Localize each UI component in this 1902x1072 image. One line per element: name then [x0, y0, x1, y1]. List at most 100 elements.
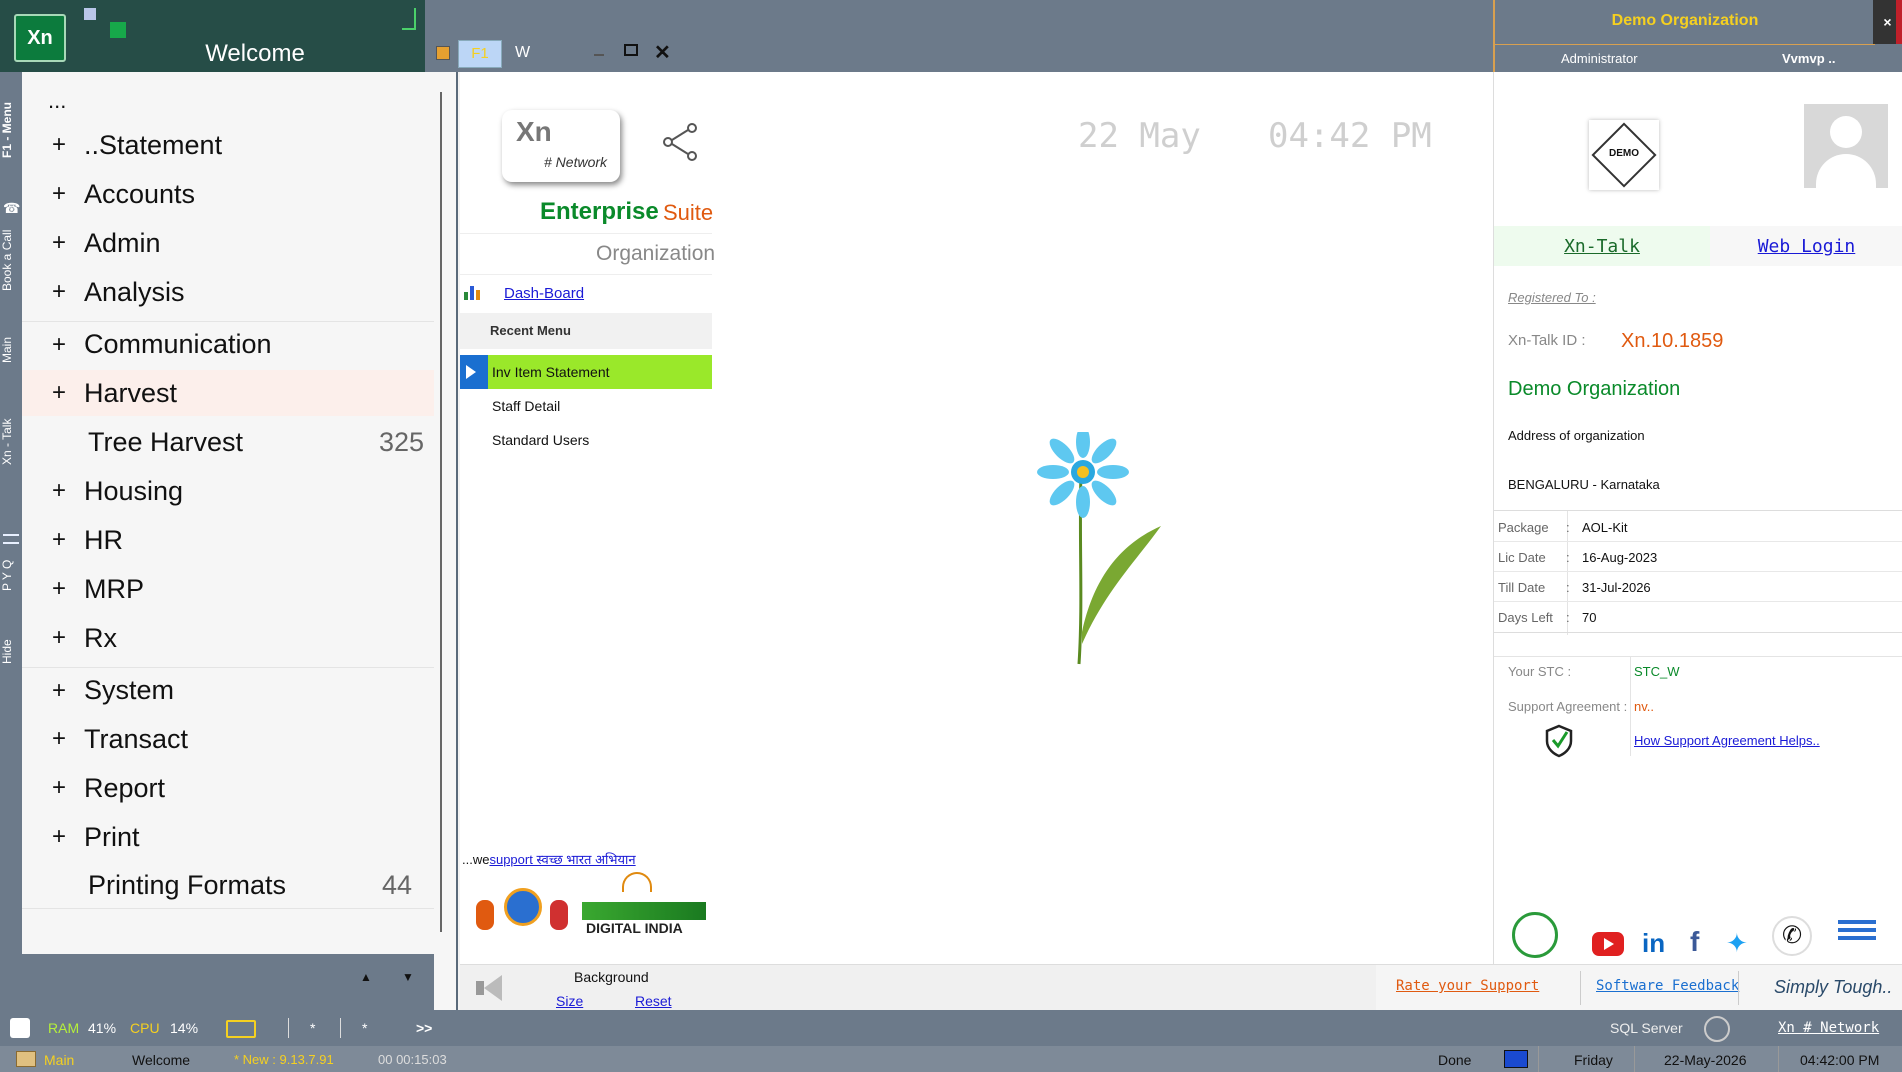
menu-scrollbar[interactable]	[440, 92, 442, 932]
xn-talk-id[interactable]: Xn.10.1859	[1621, 330, 1723, 353]
menu-item-transact[interactable]: + Transact	[22, 716, 434, 762]
menu-item-mrp[interactable]: + MRP	[22, 566, 434, 612]
recent-item-selected[interactable]: Inv Item Statement	[488, 355, 712, 389]
support-agreement-label: Support Agreement :	[1508, 699, 1628, 714]
status-square-icon	[110, 22, 126, 38]
signal-icon	[402, 8, 416, 30]
megaphone-icon	[472, 971, 506, 1005]
side-tab-main[interactable]: Main	[0, 330, 22, 370]
mail-icon[interactable]	[226, 1020, 256, 1038]
swachh-bharat-link[interactable]: support स्वच्छ भारत अभियान	[489, 852, 635, 867]
menu-item-report[interactable]: + Report	[22, 765, 434, 811]
recent-item[interactable]: Standard Users	[492, 432, 589, 448]
license-table: Package : AOL-Kit Lic Date : 16-Aug-2023…	[1494, 510, 1902, 635]
side-tab-f1-menu[interactable]: F1 - Menu	[0, 90, 22, 170]
status-star[interactable]: *	[362, 1020, 367, 1036]
menu-footer: ▲ ▼	[22, 954, 434, 1012]
user-name[interactable]: Vvmvp ..	[1782, 51, 1835, 66]
dashboard-link[interactable]: Dash-Board	[504, 285, 584, 302]
swachh-bharat-logo	[466, 878, 574, 934]
side-tab-hide[interactable]: Hide	[0, 632, 22, 672]
minimize-icon[interactable]	[594, 54, 604, 56]
recent-item[interactable]: Staff Detail	[492, 398, 560, 414]
ram-label: RAM	[48, 1020, 80, 1036]
org-header: Demo Organization Administrator Vvmvp ..	[1493, 0, 1875, 72]
background-reset-link[interactable]: Reset	[635, 993, 672, 1009]
support-help-link[interactable]: How Support Agreement Helps..	[1634, 733, 1820, 748]
tab-icon[interactable]	[436, 46, 450, 60]
sql-server-label: SQL Server	[1610, 1020, 1683, 1036]
avatar[interactable]	[1804, 104, 1888, 188]
menu-item-communication[interactable]: + Communication	[22, 321, 434, 367]
restore-icon[interactable]	[624, 44, 638, 56]
background-size-link[interactable]: Size	[556, 993, 583, 1009]
detail-value: 70	[1582, 610, 1597, 625]
flower-image	[1037, 432, 1161, 665]
web-login-tab[interactable]: Web Login	[1710, 226, 1902, 266]
status-time: 04:42:00 PM	[1800, 1052, 1880, 1068]
xn-logo[interactable]: Xn	[14, 14, 66, 62]
logo-area: Xn Welcome	[0, 0, 425, 72]
close-tab-icon[interactable]: ✕	[654, 40, 671, 65]
xn-talk-id-label: Xn-Talk ID :	[1508, 332, 1586, 349]
message-icon[interactable]	[1838, 920, 1876, 948]
menu-item-housing[interactable]: + Housing	[22, 468, 434, 514]
tab-f1[interactable]: F1	[458, 40, 502, 68]
status-star[interactable]: *	[310, 1020, 315, 1036]
detail-value: 16-Aug-2023	[1582, 550, 1658, 565]
status-main[interactable]: Main	[44, 1052, 74, 1068]
side-tab-pyq[interactable]: P Y Q	[0, 550, 22, 600]
background-label: Background	[574, 969, 649, 985]
window-icon	[84, 8, 96, 20]
side-tab-xn-talk[interactable]: Xn - Talk	[0, 412, 22, 472]
menu-item-rx[interactable]: + Rx	[22, 615, 434, 661]
registered-to-label: Registered To :	[1508, 290, 1596, 305]
scroll-up-icon[interactable]: ▲	[360, 970, 372, 984]
menu-item-admin[interactable]: + Admin	[22, 220, 434, 266]
elapsed-time: 00 00:15:03	[378, 1052, 447, 1067]
system-status-bar: RAM 41% CPU 14% * * >> SQL Server Xn # N…	[0, 1010, 1902, 1046]
menu-item-system[interactable]: + System	[22, 667, 434, 713]
xn-network-link[interactable]: Xn # Network	[1778, 1020, 1879, 1036]
menu-item-analysis[interactable]: + Analysis	[22, 269, 434, 315]
side-tab-book-call[interactable]: Book a Call	[0, 220, 22, 300]
demo-logo: DEMO	[1589, 120, 1659, 190]
menu-item-harvest[interactable]: + Harvest	[22, 370, 434, 416]
linkedin-icon[interactable]: in	[1642, 928, 1665, 959]
more-button[interactable]: >>	[416, 1020, 432, 1036]
new-version[interactable]: * New : 9.13.7.91	[234, 1052, 334, 1067]
support-agreement-value: nv..	[1634, 699, 1654, 714]
menu-item-statement[interactable]: + ..Statement	[22, 122, 434, 168]
detail-key: Days Left	[1498, 610, 1553, 625]
folder-icon	[16, 1051, 36, 1067]
youtube-icon[interactable]	[1592, 932, 1624, 956]
twitter-icon[interactable]: ✦	[1726, 928, 1748, 959]
scroll-down-icon[interactable]: ▼	[402, 970, 414, 984]
menu-top-ellipsis[interactable]: ...	[48, 88, 66, 114]
center-footer: Background Size Reset Rate your Support …	[460, 964, 1902, 1011]
menu-item-print[interactable]: + Print	[22, 814, 434, 860]
rate-support-link[interactable]: Rate your Support	[1396, 978, 1539, 994]
menu-panel: ... + ..Statement + Accounts + Admin + Analy…	[22, 72, 458, 1012]
phone-call-icon[interactable]: ✆	[1772, 916, 1812, 956]
screen-icon	[1504, 1050, 1528, 1068]
share-icon[interactable]	[662, 122, 700, 162]
menu-item-hr[interactable]: + HR	[22, 517, 434, 563]
menu-item-accounts[interactable]: + Accounts	[22, 171, 434, 217]
tab-w[interactable]: W	[515, 44, 530, 62]
software-feedback-link[interactable]: Software Feedback	[1596, 978, 1739, 994]
facebook-icon[interactable]: f	[1690, 926, 1699, 958]
org-info-panel: DEMO Xn-Talk Web Login Registered To : X…	[1493, 72, 1902, 964]
menu-item-printing-formats[interactable]: Printing Formats 44	[22, 863, 434, 909]
xn-talk-tab[interactable]: Xn-Talk	[1494, 226, 1710, 266]
detail-value: AOL-Kit	[1582, 520, 1628, 535]
digital-india-logo: DIGITAL INDIA	[582, 872, 712, 936]
status-date: 22-May-2026	[1664, 1052, 1747, 1068]
org-name-header: Demo Organization	[1611, 12, 1759, 29]
tagline: Simply Tough..	[1774, 977, 1893, 997]
suite-label: Suite	[663, 200, 714, 225]
menu-item-tree-harvest[interactable]: Tree Harvest 325	[22, 419, 434, 465]
org-address: Address of organization	[1508, 428, 1645, 443]
org-city: BENGALURU - Karnataka	[1508, 477, 1660, 492]
side-tab-strip: F1 - Menu ☎ Book a Call Main Xn - Talk P…	[0, 72, 22, 1012]
